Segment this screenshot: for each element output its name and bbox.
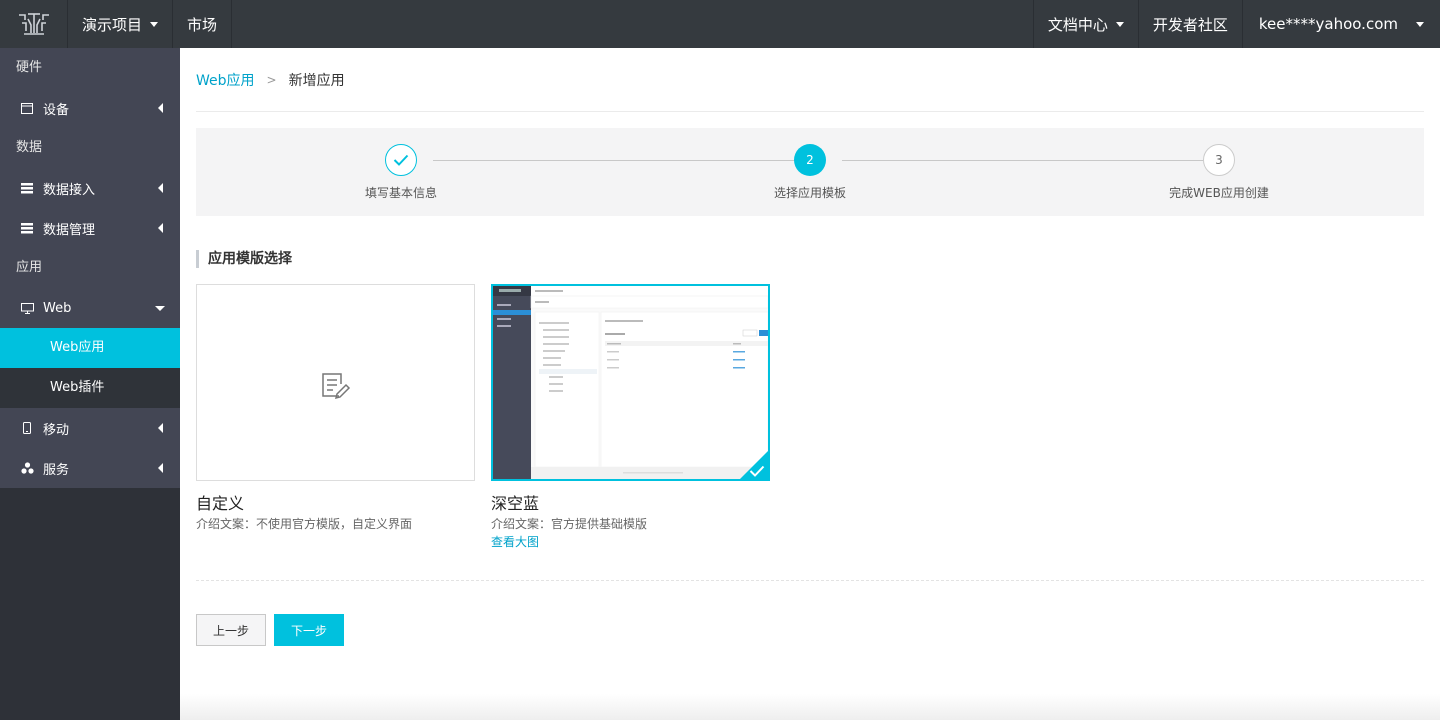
sidebar-item-label: 设备 [43,102,70,118]
chevron-right-icon: > [266,73,277,87]
sidebar-item-label: Web [43,300,72,316]
template-preview-image [493,286,768,479]
chevron-left-icon [158,463,163,473]
user-dropdown[interactable]: kee****yahoo.com [1241,0,1440,48]
main-content: Web应用 > 新增应用 填写基本信息 2 选择应用模板 3 完成WEB应用创建… [180,48,1440,718]
check-icon [393,154,409,166]
sidebar-item-label: 服务 [43,462,70,478]
sidebar-section-app: 应用 [0,248,180,288]
template-name-custom: 自定义 [196,494,245,513]
community-label: 开发者社区 [1152,15,1228,34]
database-icon [20,221,34,235]
template-card-deep-blue[interactable] [491,284,770,481]
project-label: 演示项目 [82,15,143,34]
step-2-circle: 2 [794,144,826,176]
sidebar-item-data-manage[interactable]: 数据管理 [0,208,180,248]
docs-label: 文档中心 [1047,15,1108,34]
step-3-circle: 3 [1203,144,1235,176]
sidebar-section-data: 数据 [0,128,180,168]
chevron-left-icon [158,223,163,233]
chevron-left-icon [158,103,163,113]
window-icon [20,101,34,115]
phone-icon [20,421,34,435]
sidebar-item-web-app[interactable]: Web应用 [0,328,180,368]
market-label: 市场 [187,15,218,34]
sidebar-item-label: 移动 [43,422,70,438]
breadcrumb-current: 新增应用 [288,73,345,89]
docs-dropdown[interactable]: 文档中心 [1032,0,1138,48]
monitor-icon [20,301,34,315]
sidebar: 硬件 设备 数据 数据接入 数据管理 应用 Web Web应用 Web插件 移动 [0,48,180,720]
sidebar-item-label: 数据管理 [43,222,96,238]
bottom-shade [180,694,1440,720]
breadcrumb: Web应用 > 新增应用 [196,70,345,90]
logo-icon [18,13,49,35]
user-name: kee****yahoo.com [1258,15,1398,33]
market-link[interactable]: 市场 [173,0,233,48]
sidebar-item-device[interactable]: 设备 [0,88,180,128]
step-connector [433,160,801,161]
section-title: 应用模版选择 [196,250,292,268]
chevron-left-icon [158,183,163,193]
edit-document-icon [322,373,351,400]
template-desc-custom: 介绍文案：不使用官方模版，自定义界面 [196,517,413,531]
template-name-deep-blue: 深空蓝 [491,494,540,513]
community-link[interactable]: 开发者社区 [1137,0,1242,48]
step-2-label: 选择应用模板 [773,186,846,200]
view-large-image-link[interactable]: 查看大图 [491,533,539,550]
template-desc-deep-blue: 介绍文案：官方提供基础模版 [491,517,648,531]
step-1-label: 填写基本信息 [364,186,437,200]
database-icon [20,181,34,195]
step-indicator: 填写基本信息 2 选择应用模板 3 完成WEB应用创建 [196,128,1424,216]
logo[interactable] [0,0,68,48]
sidebar-section-hardware: 硬件 [0,48,180,88]
sidebar-item-mobile[interactable]: 移动 [0,408,180,448]
sidebar-item-web-plugin[interactable]: Web插件 [0,368,180,408]
top-bar: 演示项目 市场 文档中心 开发者社区 kee****yahoo.com [0,0,1440,48]
check-icon [749,465,765,477]
cubes-icon [20,461,34,475]
template-card-custom[interactable] [196,284,475,481]
divider [196,580,1424,581]
sidebar-item-label: 数据接入 [43,182,96,198]
chevron-left-icon [158,423,163,433]
project-dropdown[interactable]: 演示项目 [68,0,174,48]
chevron-down-icon [150,21,159,27]
divider [196,111,1424,112]
sidebar-item-web[interactable]: Web [0,288,180,328]
sidebar-item-data-access[interactable]: 数据接入 [0,168,180,208]
chevron-down-icon [155,306,165,311]
sidebar-item-service[interactable]: 服务 [0,448,180,488]
chevron-down-icon [1115,21,1124,27]
chevron-down-icon [1416,21,1424,27]
step-1-circle [385,144,417,176]
prev-step-button[interactable]: 上一步 [196,614,266,646]
step-connector [842,160,1210,161]
step-3-label: 完成WEB应用创建 [1169,186,1269,200]
breadcrumb-link-web-app[interactable]: Web应用 [196,70,255,90]
next-step-button[interactable]: 下一步 [274,614,344,646]
